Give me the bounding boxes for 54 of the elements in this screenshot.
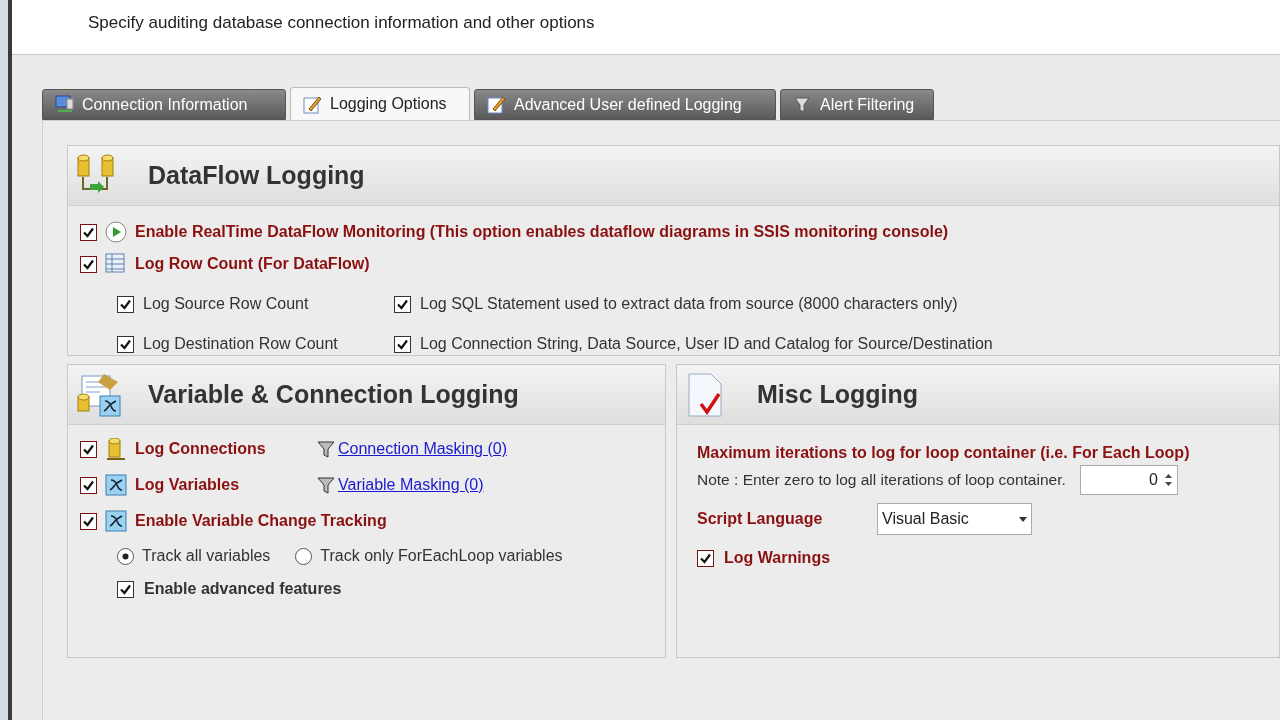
option-label: Log Variables bbox=[135, 475, 241, 495]
checkbox[interactable] bbox=[80, 476, 97, 494]
checkbox[interactable] bbox=[117, 335, 134, 353]
tab[interactable]: Alert Filtering bbox=[780, 89, 934, 120]
variable-icon bbox=[105, 474, 127, 496]
language-dropdown[interactable]: Visual Basic bbox=[877, 503, 1032, 535]
checkbox[interactable] bbox=[394, 295, 411, 313]
option-label: Enable RealTime DataFlow Monitoring (This option enables dataflow diagrams in SSIS monitoring console) bbox=[135, 222, 949, 242]
pencil-icon bbox=[303, 94, 322, 114]
option-label: Maximum iterations to log for loop container (i.e. For Each Loop) bbox=[697, 443, 1191, 463]
filter-icon bbox=[317, 440, 335, 458]
option-label: Enable Variable Change Tracking bbox=[135, 511, 387, 531]
masking-link[interactable]: Connection Masking (0) bbox=[338, 437, 507, 461]
checkbox[interactable] bbox=[80, 512, 97, 530]
radio-button[interactable] bbox=[295, 547, 313, 565]
radio-label: Track only ForEachLoop variables bbox=[320, 546, 563, 566]
caret-icon bbox=[1019, 516, 1027, 522]
option-label: Log Row Count (For DataFlow) bbox=[135, 254, 370, 274]
tab[interactable]: Logging Options bbox=[290, 87, 470, 120]
option-label: Enable advanced features bbox=[144, 579, 342, 599]
option-label: Log SQL Statement used to extract data from source (8000 characters only) bbox=[420, 294, 958, 314]
field-label: Script Language bbox=[697, 509, 824, 529]
radio-label: Track all variables bbox=[142, 546, 271, 566]
checkbox[interactable] bbox=[80, 223, 97, 241]
panel-title: DataFlow Logging bbox=[148, 159, 365, 191]
variable-icon bbox=[105, 510, 127, 532]
filter-icon bbox=[793, 95, 812, 114]
grid-icon bbox=[105, 253, 127, 275]
checkbox[interactable] bbox=[394, 335, 411, 353]
play-icon bbox=[105, 221, 127, 243]
checkbox[interactable] bbox=[117, 580, 134, 598]
panel-title: Variable & Connection Logging bbox=[148, 378, 519, 410]
monitor-icon bbox=[55, 95, 74, 114]
database-icon bbox=[105, 438, 127, 460]
checkbox[interactable] bbox=[697, 549, 714, 567]
filter-icon bbox=[317, 476, 335, 494]
pencil-icon bbox=[487, 95, 506, 114]
number-field[interactable]: 0 bbox=[1079, 465, 1178, 495]
note-text: Note : Enter zero to log all iterations of loop container. bbox=[697, 470, 1066, 491]
radio-button[interactable] bbox=[117, 547, 134, 565]
spinner-arrows-icon bbox=[1163, 473, 1173, 487]
panel-title: Misc Logging bbox=[757, 378, 919, 410]
checkbox[interactable] bbox=[117, 295, 134, 313]
option-label: Log Source Row Count bbox=[143, 294, 309, 314]
checkbox[interactable] bbox=[80, 440, 97, 458]
tab[interactable]: Advanced User defined Logging bbox=[474, 89, 776, 120]
option-label: Log Connection String, Data Source, User ID and Catalog for Source/Destination bbox=[420, 334, 993, 354]
checkbox[interactable] bbox=[80, 255, 97, 273]
option-label: Log Connections bbox=[135, 439, 267, 459]
masking-link[interactable]: Variable Masking (0) bbox=[338, 473, 484, 497]
option-label: Log Destination Row Count bbox=[143, 334, 338, 354]
page-subtitle: Specify auditing database connection information and other options bbox=[88, 12, 596, 34]
tab[interactable]: Connection Information bbox=[42, 89, 286, 120]
option-label: Log Warnings bbox=[724, 548, 831, 568]
